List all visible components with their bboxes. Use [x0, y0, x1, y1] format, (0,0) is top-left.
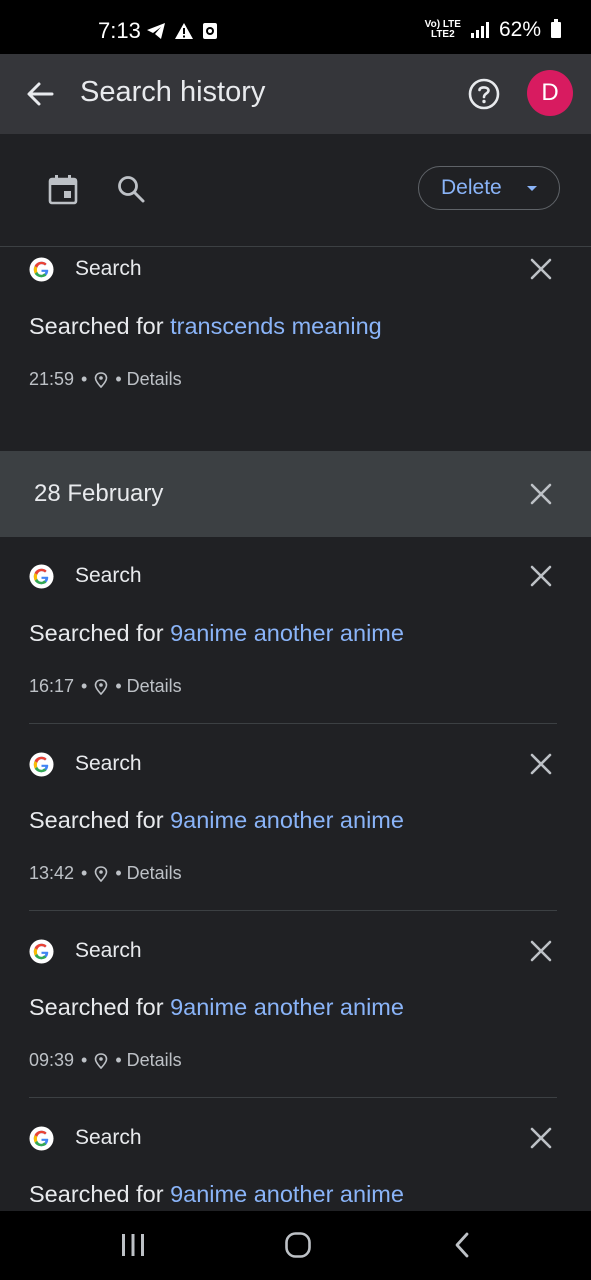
recents-icon[interactable]: [120, 1233, 146, 1257]
arrow-left-icon[interactable]: [22, 76, 58, 112]
date-group-label: 28 February: [34, 480, 164, 507]
app-bar: Search history D: [0, 54, 591, 134]
battery-icon: [551, 19, 561, 38]
date-group-header: 28 February: [0, 451, 591, 537]
item-time: 21:59: [29, 369, 75, 389]
date-group-items: Search Searched for 9anime another anime…: [0, 537, 591, 1280]
help-circle-icon[interactable]: [466, 76, 502, 112]
meta-separator: •: [81, 369, 88, 389]
item-query-prefix: Searched for: [29, 620, 171, 646]
item-query-prefix: Searched for: [29, 807, 171, 833]
delete-dropdown-button[interactable]: Delete: [418, 166, 560, 210]
location-pin-icon[interactable]: [94, 678, 108, 695]
list-item[interactable]: Search Searched for 9anime another anime…: [0, 724, 591, 911]
location-pin-icon[interactable]: [94, 1052, 108, 1069]
list-item[interactable]: Search Searched for 9anime another anime…: [0, 911, 591, 1098]
toolbar: Delete: [0, 134, 591, 247]
system-nav-bar: [0, 1211, 591, 1280]
item-query-prefix: Searched for: [29, 1181, 171, 1207]
close-icon[interactable]: [528, 256, 554, 282]
item-query-line: Searched for 9anime another anime: [29, 994, 404, 1021]
google-g-icon: [29, 752, 54, 777]
network-indicator: Vo) LTE LTE2: [425, 20, 461, 40]
item-time: 09:39: [29, 1050, 75, 1070]
google-g-icon: [29, 939, 54, 964]
details-link[interactable]: • Details: [115, 369, 181, 390]
signal-icon: [470, 22, 489, 38]
item-time: 13:42: [29, 863, 75, 883]
status-bar: 7:13 Vo) LTE LTE2 62%: [0, 0, 591, 54]
details-link[interactable]: • Details: [115, 863, 181, 884]
telegram-icon: [147, 23, 165, 39]
chevron-down-icon: [527, 186, 537, 191]
back-icon[interactable]: [452, 1231, 472, 1259]
meta-separator: •: [81, 676, 88, 696]
close-icon[interactable]: [528, 938, 554, 964]
meta-separator: •: [81, 863, 88, 883]
history-list: Search Searched for transcends meaning 2…: [0, 247, 591, 1280]
details-link[interactable]: • Details: [115, 676, 181, 697]
item-query-line: Searched for transcends meaning: [29, 313, 382, 340]
avatar[interactable]: D: [527, 70, 573, 116]
app-notification-icon: [203, 23, 217, 39]
screen: 7:13 Vo) LTE LTE2 62% Search history D D…: [0, 0, 591, 1280]
delete-label: Delete: [441, 176, 502, 199]
item-query-link[interactable]: 9anime another anime: [170, 994, 404, 1020]
list-item[interactable]: Search Searched for 9anime another anime…: [0, 537, 591, 724]
item-query-link[interactable]: 9anime another anime: [170, 620, 404, 646]
item-meta: 13:42 • • Details: [29, 863, 182, 884]
item-query-prefix: Searched for: [29, 313, 171, 339]
item-meta: 21:59 • • Details: [29, 369, 182, 390]
details-link[interactable]: • Details: [115, 1050, 181, 1071]
google-g-icon: [29, 1126, 54, 1151]
item-meta: 09:39 • • Details: [29, 1050, 182, 1071]
item-query-prefix: Searched for: [29, 994, 171, 1020]
status-right: Vo) LTE LTE2 62%: [425, 18, 561, 42]
network-bottom-label: LTE2: [430, 29, 455, 40]
calendar-icon[interactable]: [46, 172, 80, 206]
location-pin-icon[interactable]: [94, 865, 108, 882]
item-source: Search: [75, 257, 142, 280]
status-notification-icons: [146, 22, 218, 40]
item-query-link[interactable]: 9anime another anime: [170, 1181, 404, 1207]
close-icon[interactable]: [528, 563, 554, 589]
status-time: 7:13: [98, 18, 141, 43]
meta-separator: •: [81, 1050, 88, 1070]
google-g-icon: [29, 564, 54, 589]
home-icon[interactable]: [284, 1231, 312, 1259]
google-g-icon: [29, 257, 54, 282]
location-pin-icon[interactable]: [94, 371, 108, 388]
page-title: Search history: [80, 76, 266, 108]
warning-icon: [175, 23, 193, 39]
battery-percent: 62%: [498, 18, 541, 41]
list-item[interactable]: Search Searched for transcends meaning 2…: [0, 247, 591, 451]
item-source: Search: [75, 564, 142, 587]
search-icon[interactable]: [114, 172, 148, 206]
close-icon[interactable]: [528, 481, 554, 507]
close-icon[interactable]: [528, 1125, 554, 1151]
item-query-line: Searched for 9anime another anime: [29, 1181, 404, 1208]
item-query-line: Searched for 9anime another anime: [29, 620, 404, 647]
item-source: Search: [75, 1126, 142, 1149]
close-icon[interactable]: [528, 751, 554, 777]
item-query-link[interactable]: 9anime another anime: [170, 807, 404, 833]
item-query-link[interactable]: transcends meaning: [170, 313, 382, 339]
item-time: 16:17: [29, 676, 75, 696]
item-source: Search: [75, 939, 142, 962]
item-source: Search: [75, 752, 142, 775]
item-meta: 16:17 • • Details: [29, 676, 182, 697]
item-query-line: Searched for 9anime another anime: [29, 807, 404, 834]
